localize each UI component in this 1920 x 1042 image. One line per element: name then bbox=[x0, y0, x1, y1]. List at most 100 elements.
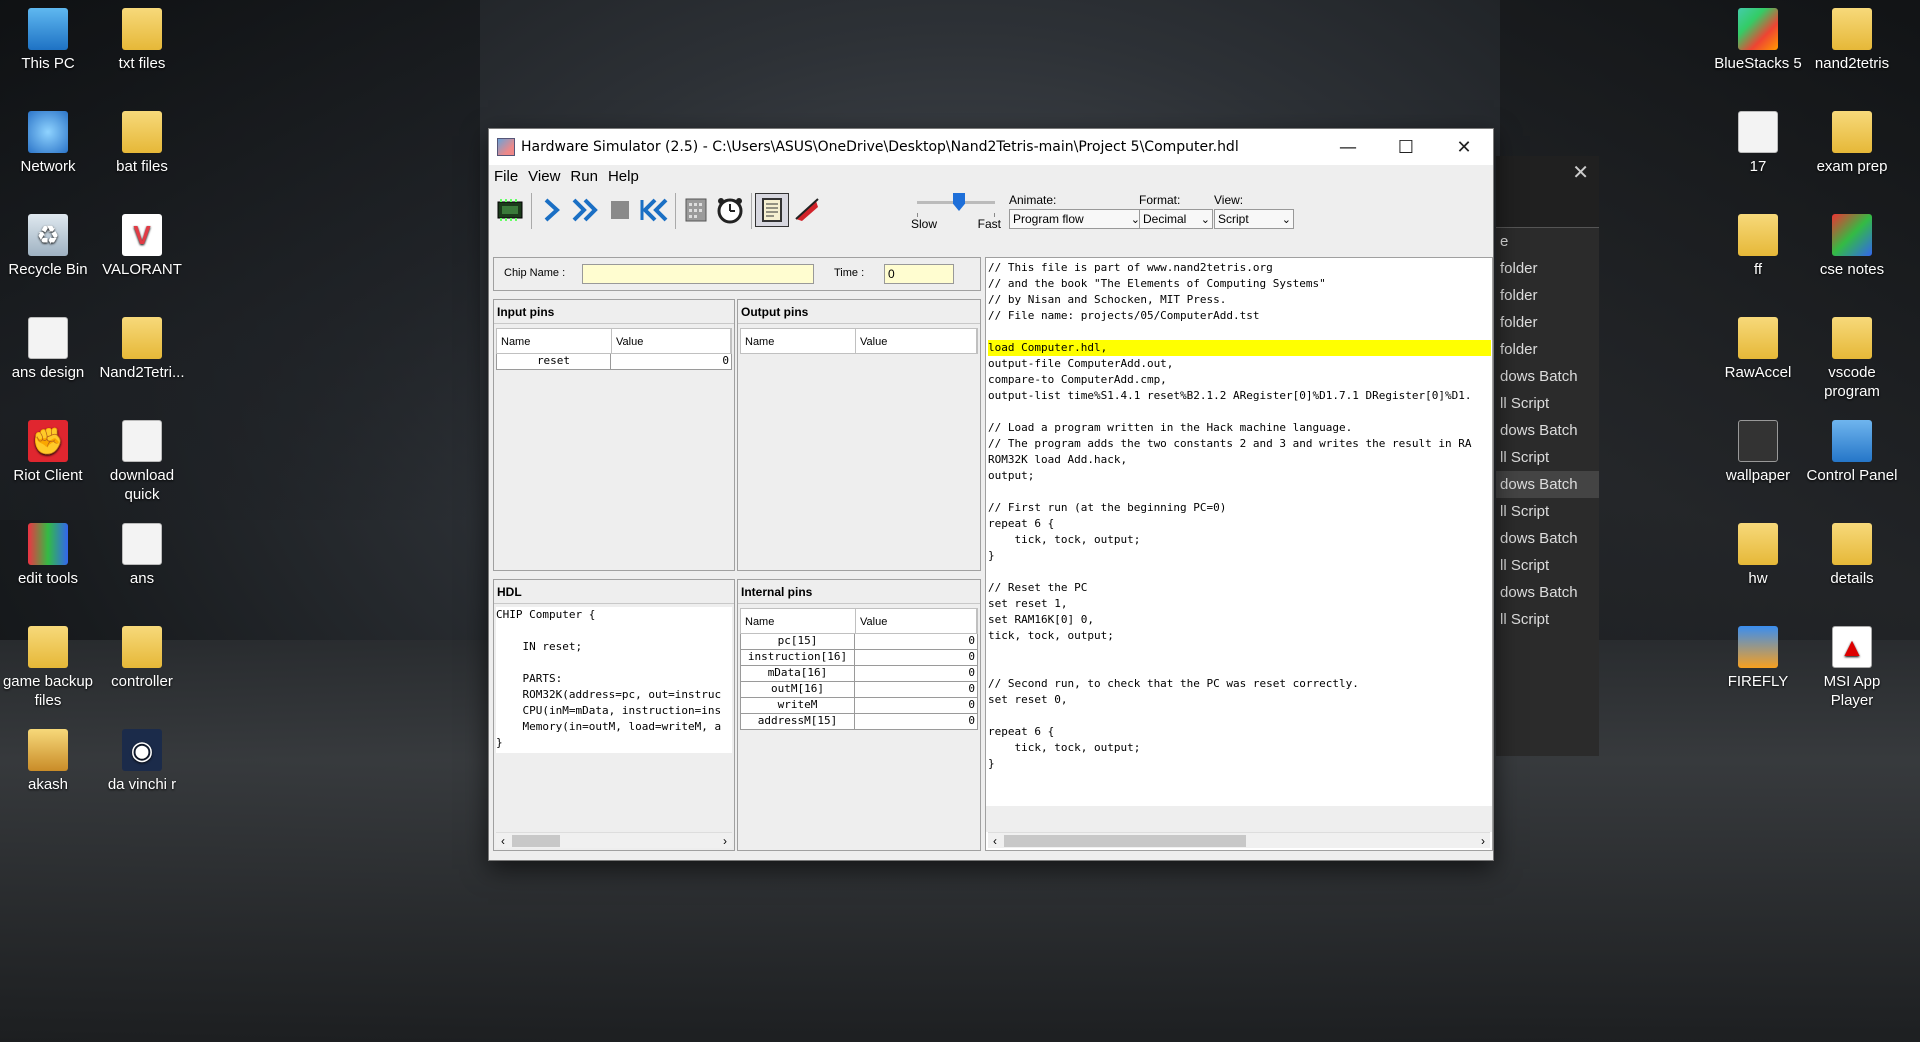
clock-icon[interactable] bbox=[713, 193, 747, 227]
scroll-thumb[interactable] bbox=[512, 835, 560, 847]
desktop-icon[interactable]: game backup files bbox=[2, 626, 94, 710]
minimize-icon[interactable]: — bbox=[1319, 129, 1377, 165]
desktop-icon[interactable]: FIREFLY bbox=[1712, 626, 1804, 691]
desktop-icon[interactable]: ff bbox=[1712, 214, 1804, 279]
list-item[interactable]: e bbox=[1496, 228, 1599, 255]
table-row[interactable]: writeM 0 bbox=[740, 698, 978, 714]
internal-pins-rows: pc[15] 0 instruction[16] 0 mData[16] 0 outM[16… bbox=[740, 634, 978, 730]
desktop-icon-label: Recycle Bin bbox=[8, 261, 88, 278]
list-item[interactable]: dows Batch bbox=[1496, 417, 1599, 444]
desktop-icon[interactable]: download quick bbox=[96, 420, 188, 504]
col-value: Value bbox=[612, 329, 731, 353]
desktop-icon[interactable]: akash bbox=[2, 729, 94, 794]
table-row[interactable]: mData[16] 0 bbox=[740, 666, 978, 682]
list-item[interactable]: ll Script bbox=[1496, 444, 1599, 471]
table-row[interactable]: reset 0 bbox=[496, 354, 732, 370]
breakpoints-icon[interactable] bbox=[789, 193, 823, 227]
script-icon[interactable] bbox=[755, 193, 789, 227]
list-item[interactable]: folder bbox=[1496, 282, 1599, 309]
code-line: ROM32K load Add.hack, bbox=[988, 453, 1128, 466]
list-item[interactable]: ll Script bbox=[1496, 390, 1599, 417]
bluestacks-icon bbox=[1738, 8, 1778, 50]
script-horizontal-scrollbar[interactable]: ‹ › bbox=[988, 832, 1490, 848]
desktop-icon[interactable]: wallpaper bbox=[1712, 420, 1804, 485]
hdl-code[interactable]: CHIP Computer { IN reset; PARTS: ROM32K(… bbox=[496, 607, 732, 753]
desktop-icon[interactable]: RawAccel bbox=[1712, 317, 1804, 382]
desktop-icon[interactable]: Network bbox=[2, 111, 94, 176]
script-code[interactable]: // This file is part of www.nand2tetris.… bbox=[987, 260, 1491, 806]
desktop-icon-label: wallpaper bbox=[1725, 467, 1791, 484]
list-item[interactable]: ll Script bbox=[1496, 606, 1599, 633]
chip-name-field[interactable] bbox=[582, 264, 814, 284]
view-select[interactable]: Script ⌄ bbox=[1214, 209, 1294, 229]
maximize-icon[interactable]: ☐ bbox=[1377, 129, 1435, 165]
format-select[interactable]: Decimal ⌄ bbox=[1139, 209, 1213, 229]
list-item[interactable]: ll Script bbox=[1496, 552, 1599, 579]
pin-name: outM[16] bbox=[740, 682, 855, 698]
desktop-icon[interactable]: ✊ Riot Client bbox=[2, 420, 94, 485]
menu-view[interactable]: View bbox=[523, 168, 565, 185]
table-row[interactable]: pc[15] 0 bbox=[740, 634, 978, 650]
eval-icon[interactable] bbox=[679, 193, 713, 227]
menu-run[interactable]: Run bbox=[565, 168, 603, 185]
desktop-icon-label: exam prep bbox=[1816, 158, 1888, 175]
scroll-left-icon[interactable]: ‹ bbox=[988, 833, 1002, 849]
hdl-horizontal-scrollbar[interactable]: ‹ › bbox=[496, 832, 732, 848]
stop-icon[interactable] bbox=[603, 193, 637, 227]
desktop-icon[interactable]: vscode program bbox=[1806, 317, 1898, 401]
scroll-right-icon[interactable]: › bbox=[1476, 833, 1490, 849]
col-name: Name bbox=[497, 329, 612, 353]
scroll-right-icon[interactable]: › bbox=[718, 833, 732, 849]
scroll-thumb[interactable] bbox=[1004, 835, 1246, 847]
table-row[interactable]: addressM[15] 0 bbox=[740, 714, 978, 730]
desktop-icon-label: Network bbox=[20, 158, 76, 175]
desktop-icon[interactable]: ◉ da vinchi r bbox=[96, 729, 188, 794]
desktop-icon[interactable]: V VALORANT bbox=[96, 214, 188, 279]
chip-name-label: Chip Name : bbox=[504, 267, 566, 279]
desktop-icon[interactable]: 17 bbox=[1712, 111, 1804, 176]
desktop-icon[interactable]: ♻ Recycle Bin bbox=[2, 214, 94, 279]
animate-value: Program flow bbox=[1013, 212, 1084, 226]
list-item[interactable]: folder bbox=[1496, 255, 1599, 282]
animate-select[interactable]: Program flow ⌄ bbox=[1009, 209, 1143, 229]
scroll-left-icon[interactable]: ‹ bbox=[496, 833, 510, 849]
desktop-icon[interactable]: ▲ MSI App Player bbox=[1806, 626, 1898, 710]
desktop-icon[interactable]: ans bbox=[96, 523, 188, 588]
desktop-icon[interactable]: exam prep bbox=[1806, 111, 1898, 176]
list-item[interactable]: ll Script bbox=[1496, 498, 1599, 525]
close-icon[interactable]: ✕ bbox=[1435, 129, 1493, 165]
desktop-icon[interactable]: nand2tetris bbox=[1806, 8, 1898, 73]
desktop-icon[interactable]: This PC bbox=[2, 8, 94, 73]
load-chip-icon[interactable] bbox=[493, 193, 527, 227]
desktop-icon[interactable]: edit tools bbox=[2, 523, 94, 588]
desktop-icon[interactable]: txt files bbox=[96, 8, 188, 73]
list-item[interactable]: dows Batch bbox=[1496, 525, 1599, 552]
reset-icon[interactable] bbox=[637, 193, 671, 227]
speed-slider[interactable]: Slow Fast bbox=[911, 193, 1001, 231]
desktop-icon[interactable]: ans design bbox=[2, 317, 94, 382]
desktop-icon[interactable]: BlueStacks 5 bbox=[1712, 8, 1804, 73]
desktop-icon[interactable]: cse notes bbox=[1806, 214, 1898, 279]
speed-slider-thumb[interactable] bbox=[953, 193, 965, 211]
list-item[interactable]: dows Batch bbox=[1496, 579, 1599, 606]
desktop-icon[interactable]: hw bbox=[1712, 523, 1804, 588]
background-explorer-window[interactable]: ✕ e folder folder folder folder dows Batch ll … bbox=[1496, 156, 1599, 756]
list-item[interactable]: dows Batch bbox=[1496, 363, 1599, 390]
desktop-icon[interactable]: controller bbox=[96, 626, 188, 691]
list-item[interactable]: dows Batch bbox=[1496, 471, 1599, 498]
desktop-icon[interactable]: bat files bbox=[96, 111, 188, 176]
table-row[interactable]: outM[16] 0 bbox=[740, 682, 978, 698]
desktop-icon[interactable]: Control Panel bbox=[1806, 420, 1898, 485]
menu-file[interactable]: File bbox=[489, 168, 523, 185]
time-field[interactable]: 0 bbox=[884, 264, 954, 284]
single-step-icon[interactable] bbox=[535, 193, 569, 227]
pin-value[interactable]: 0 bbox=[611, 354, 732, 370]
table-row[interactable]: instruction[16] 0 bbox=[740, 650, 978, 666]
list-item[interactable]: folder bbox=[1496, 309, 1599, 336]
run-icon[interactable] bbox=[569, 193, 603, 227]
desktop-icon[interactable]: Nand2Tetri... bbox=[96, 317, 188, 382]
desktop-icon[interactable]: details bbox=[1806, 523, 1898, 588]
close-icon[interactable]: ✕ bbox=[1572, 160, 1589, 185]
list-item[interactable]: folder bbox=[1496, 336, 1599, 363]
menu-help[interactable]: Help bbox=[603, 168, 644, 185]
